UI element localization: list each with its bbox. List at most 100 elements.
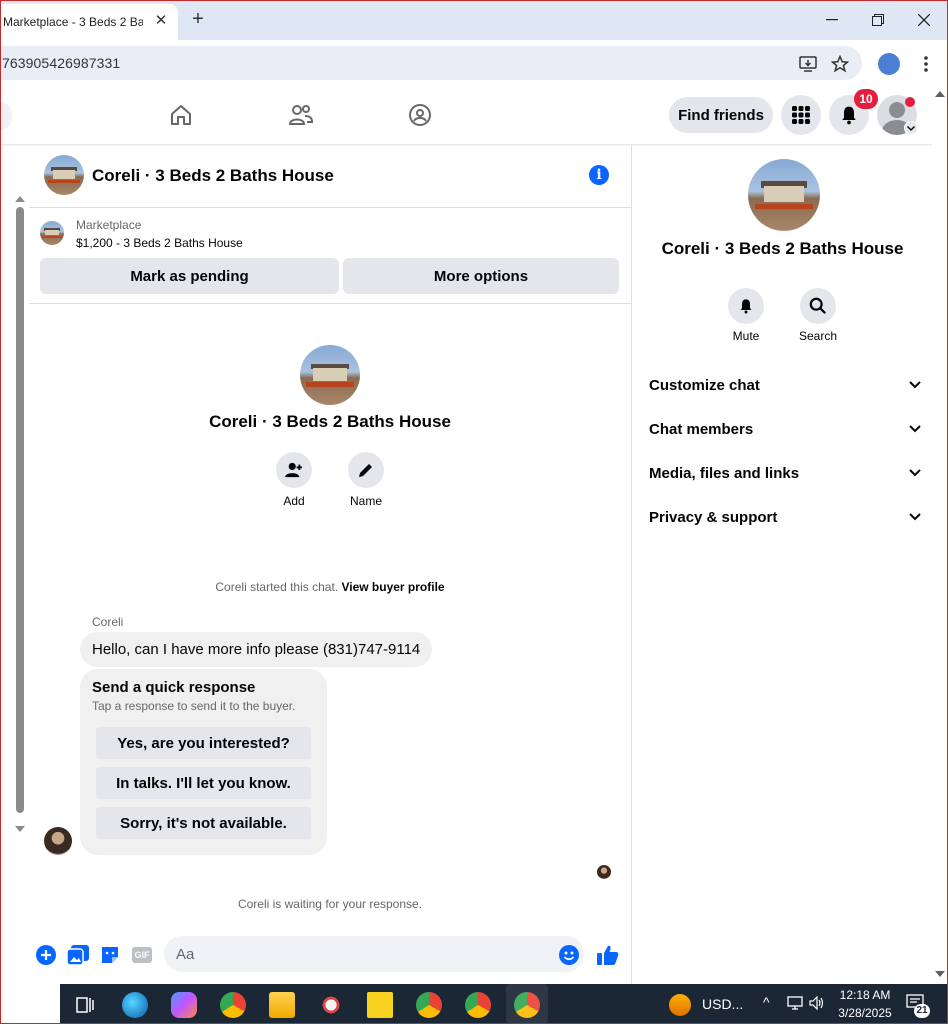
quick-reply-in-talks[interactable]: In talks. I'll let you know. [96, 767, 311, 799]
details-chat-name: Coreli · 3 Beds 2 Baths House [661, 239, 904, 258]
sticker-icon[interactable] [99, 944, 121, 966]
marketplace-label: Marketplace [76, 218, 142, 232]
search-label: Search [798, 329, 838, 343]
chat-header: Coreli · 3 Beds 2 Baths House i [29, 146, 631, 208]
minimize-icon[interactable] [818, 8, 846, 32]
message-input[interactable] [164, 936, 584, 972]
mute-button[interactable]: Mute [716, 288, 776, 343]
sender-avatar[interactable] [44, 827, 72, 855]
gif-icon[interactable]: GIF [131, 944, 153, 966]
file-explorer-icon[interactable] [269, 992, 295, 1018]
edge-icon[interactable] [122, 992, 148, 1018]
message-bubble[interactable]: Hello, can I have more info please (831)… [80, 632, 433, 667]
currency-widget-label[interactable]: USD... [702, 996, 743, 1012]
task-view-icon[interactable] [72, 992, 98, 1018]
media-files-links-section[interactable]: Media, files and links [649, 458, 921, 488]
marketplace-listing-card: Marketplace $1,200 - 3 Beds 2 Baths Hous… [29, 208, 631, 304]
chat-details-pane: Coreli · 3 Beds 2 Baths House Mute Searc… [631, 144, 932, 984]
address-bar[interactable]: 763905426987331 [0, 46, 862, 80]
close-window-icon[interactable] [910, 8, 938, 32]
groups-icon[interactable] [407, 102, 433, 128]
chevron-down-icon [909, 513, 921, 521]
view-buyer-profile-link[interactable]: View buyer profile [341, 580, 444, 594]
chrome-profile-icon[interactable] [416, 992, 442, 1018]
seen-indicator-avatar [597, 865, 611, 879]
section-label: Customize chat [649, 376, 760, 394]
install-app-icon[interactable] [797, 53, 819, 75]
browser-titlebar: Marketplace - 3 Beds 2 Bat ✕ + [0, 0, 948, 40]
waiting-notice: Coreli is waiting for your response. [237, 897, 423, 911]
name-chat-button[interactable]: Name [336, 452, 396, 508]
sticky-notes-icon[interactable] [367, 992, 393, 1018]
notification-count-badge: 21 [914, 1004, 930, 1018]
chevron-down-icon [909, 469, 921, 477]
mark-as-pending-button[interactable]: Mark as pending [40, 258, 339, 294]
add-person-icon [276, 452, 312, 488]
section-label: Media, files and links [649, 464, 800, 482]
customize-chat-section[interactable]: Customize chat [649, 370, 921, 400]
clock-time[interactable]: 12:18 AM [838, 988, 892, 1002]
menu-grid-icon[interactable] [781, 95, 821, 135]
chat-members-section[interactable]: Chat members [649, 414, 921, 444]
copilot-icon[interactable] [171, 992, 197, 1018]
close-tab-icon[interactable]: ✕ [152, 12, 170, 30]
quick-reply-not-available[interactable]: Sorry, it's not available. [96, 807, 311, 839]
chrome-profile-2-icon[interactable] [465, 992, 491, 1018]
quick-response-subtitle: Tap a response to send it to the buyer. [92, 699, 296, 713]
details-avatar [748, 159, 820, 231]
browser-menu-icon[interactable] [915, 53, 937, 75]
find-friends-button[interactable]: Find friends [669, 97, 773, 133]
chat-avatar[interactable] [44, 155, 84, 195]
url-text: 763905426987331 [2, 55, 121, 71]
new-tab-button[interactable]: + [188, 9, 208, 29]
clock-date[interactable]: 3/28/2025 [836, 1006, 894, 1020]
mute-label: Mute [732, 329, 760, 343]
chrome-active-icon[interactable] [506, 984, 548, 1024]
windows-taskbar: USD... ^ 12:18 AM 3/28/2025 21 [60, 984, 948, 1024]
started-text: Coreli started this chat. [215, 580, 339, 594]
privacy-support-section[interactable]: Privacy & support [649, 502, 921, 532]
account-alert-dot [905, 97, 915, 107]
like-thumb-icon[interactable] [597, 944, 619, 966]
search-conversation-button[interactable]: Search [788, 288, 848, 343]
emoji-icon[interactable] [558, 944, 580, 966]
listing-thumbnail[interactable] [40, 221, 64, 245]
photo-icon[interactable] [67, 944, 89, 966]
friends-icon[interactable] [288, 102, 314, 128]
quick-reply-interested[interactable]: Yes, are you interested? [96, 727, 311, 759]
restore-icon[interactable] [864, 8, 892, 32]
scroll-thumb[interactable] [16, 207, 24, 813]
section-label: Chat members [649, 420, 754, 438]
chevron-down-icon [909, 381, 921, 389]
notification-badge: 10 [854, 89, 878, 109]
desktop-gap [0, 984, 60, 1024]
tray-chevron-icon[interactable]: ^ [763, 994, 770, 1010]
quick-response-card: Send a quick response Tap a response to … [80, 669, 327, 855]
chat-title[interactable]: Coreli · 3 Beds 2 Baths House [92, 166, 334, 186]
browser-toolbar: 763905426987331 [0, 40, 948, 86]
page-scrollbar[interactable] [932, 86, 948, 984]
account-chevron-icon[interactable] [904, 121, 918, 135]
network-icon[interactable] [787, 996, 803, 1013]
search-box-edge[interactable] [0, 102, 12, 130]
chat-started-notice: Coreli started this chat. View buyer pro… [29, 580, 631, 594]
chrome-icon[interactable] [220, 992, 246, 1018]
search-icon [800, 288, 836, 324]
listing-price-title[interactable]: $1,200 - 3 Beds 2 Baths House [76, 236, 243, 250]
bookmark-star-icon[interactable] [829, 53, 851, 75]
profile-icon[interactable] [878, 53, 900, 75]
volume-icon[interactable] [809, 995, 825, 1013]
home-icon[interactable] [168, 102, 194, 128]
info-icon[interactable]: i [589, 165, 609, 185]
sender-name: Coreli [92, 615, 124, 629]
chevron-down-icon [909, 425, 921, 433]
currency-widget-icon[interactable] [669, 994, 691, 1016]
paint-icon[interactable] [318, 992, 344, 1018]
chat-scrollbar[interactable] [12, 195, 28, 835]
more-options-button[interactable]: More options [343, 258, 619, 294]
center-chat-name: Coreli · 3 Beds 2 Baths House [209, 412, 451, 431]
section-label: Privacy & support [649, 508, 778, 526]
browser-tab[interactable]: Marketplace - 3 Beds 2 Bat ✕ [0, 4, 178, 40]
add-people-button[interactable]: Add [264, 452, 324, 508]
plus-icon[interactable] [35, 944, 57, 966]
